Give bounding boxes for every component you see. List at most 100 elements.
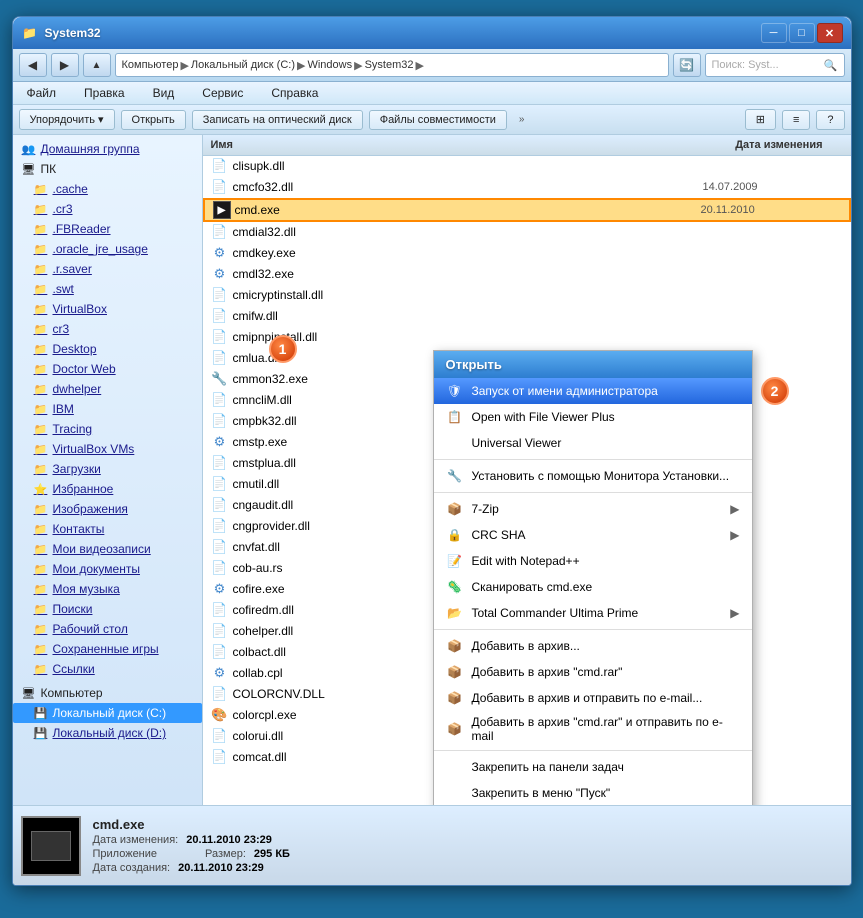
sidebar-item-fbreader[interactable]: 📁 .FBReader bbox=[13, 219, 202, 239]
sidebar-item-links[interactable]: 📁 Ссылки bbox=[13, 659, 202, 679]
ctx-separator bbox=[434, 459, 752, 460]
maximize-button[interactable]: □ bbox=[789, 23, 815, 43]
breadcrumb-computer[interactable]: Компьютер bbox=[122, 59, 179, 71]
sidebar-item-homegroup[interactable]: 👥 Домашняя группа bbox=[13, 139, 202, 159]
breadcrumb-drive[interactable]: Локальный диск (C:) bbox=[191, 59, 295, 71]
ctx-run-as-admin[interactable]: 🛡 Запуск от имени администратора bbox=[434, 378, 752, 404]
menu-view[interactable]: Вид bbox=[147, 84, 181, 102]
file-icon: 📄 bbox=[211, 559, 229, 577]
ctx-7zip[interactable]: 📦 7-Zip ▶ bbox=[434, 496, 752, 522]
sidebar-item-videos[interactable]: 📁 Мои видеозаписи bbox=[13, 539, 202, 559]
sidebar-item-oracle[interactable]: 📁 .oracle_jre_usage bbox=[13, 239, 202, 259]
sidebar-item-pc[interactable]: 🖥 ПК bbox=[13, 159, 202, 179]
sidebar-item-rsaver[interactable]: 📁 .r.saver bbox=[13, 259, 202, 279]
ctx-add-email[interactable]: 📦 Добавить в архив и отправить по e-mail… bbox=[434, 685, 752, 711]
sidebar-item-music[interactable]: 📁 Моя музыка bbox=[13, 579, 202, 599]
sidebar-item-tracing[interactable]: 📁 Tracing bbox=[13, 419, 202, 439]
file-name: cmd.exe bbox=[235, 203, 697, 217]
file-icon: 📄 bbox=[211, 412, 229, 430]
table-row[interactable]: ⚙ cmdkey.exe bbox=[203, 243, 851, 264]
sidebar-item-searches[interactable]: 📁 Поиски bbox=[13, 599, 202, 619]
7zip-icon: 📦 bbox=[446, 500, 464, 518]
details-button[interactable]: ≡ bbox=[782, 110, 810, 130]
refresh-button[interactable]: 🔄 bbox=[673, 53, 701, 77]
sidebar-item-swt[interactable]: 📁 .swt bbox=[13, 279, 202, 299]
file-icon: 📄 bbox=[211, 454, 229, 472]
ctx-add-archive-rar[interactable]: 📦 Добавить в архив "cmd.rar" bbox=[434, 659, 752, 685]
cmd-icon: ▶ bbox=[213, 201, 231, 219]
ctx-universal-viewer[interactable]: Universal Viewer bbox=[434, 430, 752, 456]
ctx-notepadpp[interactable]: 📝 Edit with Notepad++ bbox=[434, 548, 752, 574]
sidebar-item-savedgames[interactable]: 📁 Сохраненные игры bbox=[13, 639, 202, 659]
breadcrumb[interactable]: Компьютер ▶ Локальный диск (C:) ▶ Window… bbox=[115, 53, 669, 77]
menu-file[interactable]: Файл bbox=[21, 84, 63, 102]
breadcrumb-windows[interactable]: Windows bbox=[307, 59, 352, 71]
sidebar-item-drweb[interactable]: 📁 Doctor Web bbox=[13, 359, 202, 379]
sidebar-item-docs[interactable]: 📁 Мои документы bbox=[13, 559, 202, 579]
table-row[interactable]: 📄 cmipnpinstall.dll bbox=[203, 327, 851, 348]
table-row[interactable]: 📄 cmdial32.dll bbox=[203, 222, 851, 243]
sidebar-label-homegroup: Домашняя группа bbox=[41, 142, 140, 156]
col-name: Имя bbox=[211, 137, 233, 153]
sidebar-item-cdrive[interactable]: 💾 Локальный диск (C:) bbox=[13, 703, 202, 723]
ctx-crcsha[interactable]: 🔒 CRC SHA ▶ bbox=[434, 522, 752, 548]
organize-button[interactable]: Упорядочить ▾ bbox=[19, 109, 115, 130]
menu-edit[interactable]: Правка bbox=[78, 84, 131, 102]
view-button[interactable]: ⊞ bbox=[745, 109, 776, 130]
ctx-pin-start[interactable]: Закрепить в меню "Пуск" bbox=[434, 780, 752, 805]
sidebar-item-ddrive[interactable]: 💾 Локальный диск (D:) bbox=[13, 723, 202, 743]
table-row[interactable]: 📄 cmicryptinstall.dll bbox=[203, 285, 851, 306]
menu-help[interactable]: Справка bbox=[265, 84, 324, 102]
ctx-totalcommander[interactable]: 📂 Total Commander Ultima Prime ▶ bbox=[434, 600, 752, 626]
sidebar-item-cache[interactable]: 📁 .cache bbox=[13, 179, 202, 199]
ctx-add-rar-email[interactable]: 📦 Добавить в архив "cmd.rar" и отправить… bbox=[434, 711, 752, 747]
sidebar-item-downloads[interactable]: 📁 Загрузки bbox=[13, 459, 202, 479]
compatibility-button[interactable]: Файлы совместимости bbox=[369, 110, 507, 130]
sidebar-item-dwhelper[interactable]: 📁 dwhelper bbox=[13, 379, 202, 399]
sidebar-item-images[interactable]: 📁 Изображения bbox=[13, 499, 202, 519]
ctx-install-monitor[interactable]: 🔧 Установить с помощью Монитора Установк… bbox=[434, 463, 752, 489]
search-box[interactable]: Поиск: Syst... 🔍 bbox=[705, 53, 845, 77]
breadcrumb-system32[interactable]: System32 bbox=[365, 59, 414, 71]
ctx-scan[interactable]: 🦠 Сканировать cmd.exe bbox=[434, 574, 752, 600]
burn-button[interactable]: Записать на оптический диск bbox=[192, 110, 363, 130]
sidebar-item-cr3b[interactable]: 📁 cr3 bbox=[13, 319, 202, 339]
window-icon: 📁 bbox=[21, 24, 39, 42]
file-icon: 📄 bbox=[211, 475, 229, 493]
table-row[interactable]: 📄 cmifw.dll bbox=[203, 306, 851, 327]
table-row[interactable]: 📄 clisupk.dll bbox=[203, 156, 851, 177]
table-row[interactable]: ⚙ cmdl32.exe bbox=[203, 264, 851, 285]
sidebar-item-cr3[interactable]: 📁 .cr3 bbox=[13, 199, 202, 219]
open-button[interactable]: Открыть bbox=[121, 110, 186, 130]
table-row[interactable]: 📄 cmcfo32.dll 14.07.2009 bbox=[203, 177, 851, 198]
ctx-open-fileviewer[interactable]: 📋 Open with File Viewer Plus bbox=[434, 404, 752, 430]
table-row-cmd[interactable]: ▶ cmd.exe 20.11.2010 bbox=[203, 198, 851, 222]
sidebar-item-favorites[interactable]: ⭐ Избранное bbox=[13, 479, 202, 499]
forward-button[interactable]: ▶ bbox=[51, 53, 79, 77]
back-button[interactable]: ◀ bbox=[19, 53, 47, 77]
sidebar-item-workdesk[interactable]: 📁 Рабочий стол bbox=[13, 619, 202, 639]
close-button[interactable]: ✕ bbox=[817, 23, 843, 43]
folder-icon: 📁 bbox=[33, 521, 49, 537]
col-date: Дата изменения bbox=[735, 137, 822, 153]
archive-icon: 📦 bbox=[446, 637, 464, 655]
folder-icon: 📁 bbox=[33, 221, 49, 237]
sidebar-item-ibm[interactable]: 📁 IBM bbox=[13, 399, 202, 419]
menu-service[interactable]: Сервис bbox=[196, 84, 249, 102]
up-button[interactable]: ▲ bbox=[83, 53, 111, 77]
folder-icon: 📁 bbox=[33, 181, 49, 197]
sidebar-item-virtualbox[interactable]: 📁 VirtualBox bbox=[13, 299, 202, 319]
sidebar-label-drweb: Doctor Web bbox=[53, 362, 116, 376]
sidebar-label-ddrive: Локальный диск (D:) bbox=[53, 726, 167, 740]
ctx-pin-taskbar[interactable]: Закрепить на панели задач bbox=[434, 754, 752, 780]
thumbnail-preview bbox=[31, 831, 71, 861]
sidebar-item-contacts[interactable]: 📁 Контакты bbox=[13, 519, 202, 539]
minimize-button[interactable]: ─ bbox=[761, 23, 787, 43]
help-button[interactable]: ? bbox=[816, 110, 844, 130]
status-change-date: 20.11.2010 23:29 bbox=[186, 834, 272, 846]
folder-icon: 📁 bbox=[33, 561, 49, 577]
ctx-add-archive[interactable]: 📦 Добавить в архив... bbox=[434, 633, 752, 659]
toolbar-more[interactable]: » bbox=[513, 111, 531, 128]
sidebar-item-desktop[interactable]: 📁 Desktop bbox=[13, 339, 202, 359]
sidebar-item-vms[interactable]: 📁 VirtualBox VMs bbox=[13, 439, 202, 459]
